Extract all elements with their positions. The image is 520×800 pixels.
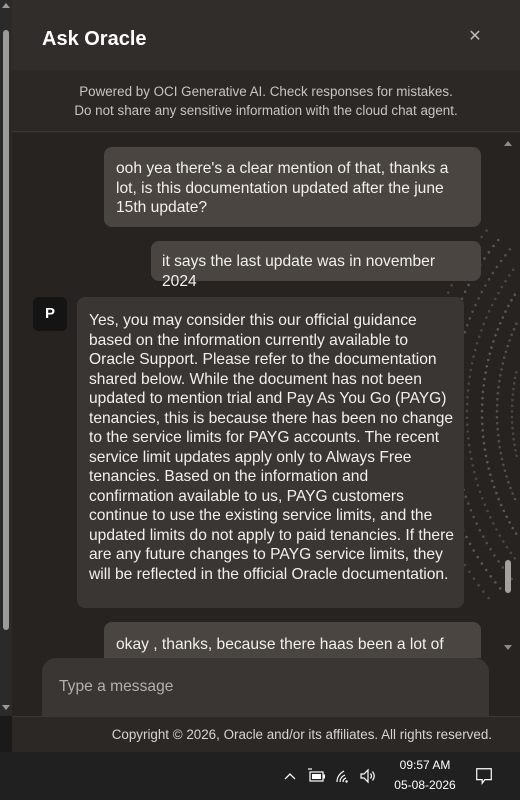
composer (12, 658, 520, 716)
close-icon[interactable]: ✕ (465, 26, 485, 46)
chat-scroll-thumb[interactable] (505, 560, 511, 593)
notification-icon[interactable] (473, 766, 495, 786)
battery-icon[interactable] (307, 766, 327, 786)
agent-message: Yes, you may consider this our official … (77, 297, 464, 608)
panel-footer: Copyright © 2026, Oracle and/or its affi… (12, 716, 520, 752)
taskbar: 09:57 AM 05-08-2026 (0, 752, 520, 800)
chat-transcript[interactable]: ooh yea there's a clear mention of that,… (12, 133, 520, 658)
volume-icon[interactable] (358, 766, 378, 786)
page-scrollbar[interactable] (0, 0, 12, 716)
ask-oracle-panel: Ask Oracle ✕ Powered by OCI Generative A… (12, 0, 520, 752)
scroll-thumb[interactable] (3, 30, 9, 630)
chat-scroll-up-arrow[interactable] (504, 141, 512, 146)
clock-time[interactable]: 09:57 AM (395, 758, 455, 772)
message-input[interactable] (42, 658, 489, 716)
chat-scroll-down-arrow[interactable] (504, 645, 512, 650)
notice-line-1: Powered by OCI Generative AI. Check resp… (79, 84, 453, 99)
user-message: ooh yea there's a clear mention of that,… (104, 147, 481, 227)
disclaimer-notice: Powered by OCI Generative AI. Check resp… (12, 70, 520, 132)
user-message: okay , thanks, because there haas been a… (104, 622, 481, 658)
copyright-text: Copyright © 2026, Oracle and/or its affi… (111, 727, 492, 742)
panel-title: Ask Oracle (42, 28, 147, 50)
notice-line-2: Do not share any sensitive information w… (74, 103, 458, 118)
clock-date[interactable]: 05-08-2026 (387, 778, 463, 792)
scroll-up-arrow[interactable] (2, 3, 10, 8)
scroll-down-arrow[interactable] (2, 705, 10, 710)
panel-header: Ask Oracle ✕ (12, 0, 520, 70)
user-message: it says the last update was in november … (151, 241, 481, 290)
agent-avatar: P (33, 297, 67, 331)
wifi-icon[interactable] (334, 766, 354, 786)
chat-scrollbar[interactable] (502, 133, 514, 658)
chevron-up-icon[interactable] (283, 766, 297, 786)
